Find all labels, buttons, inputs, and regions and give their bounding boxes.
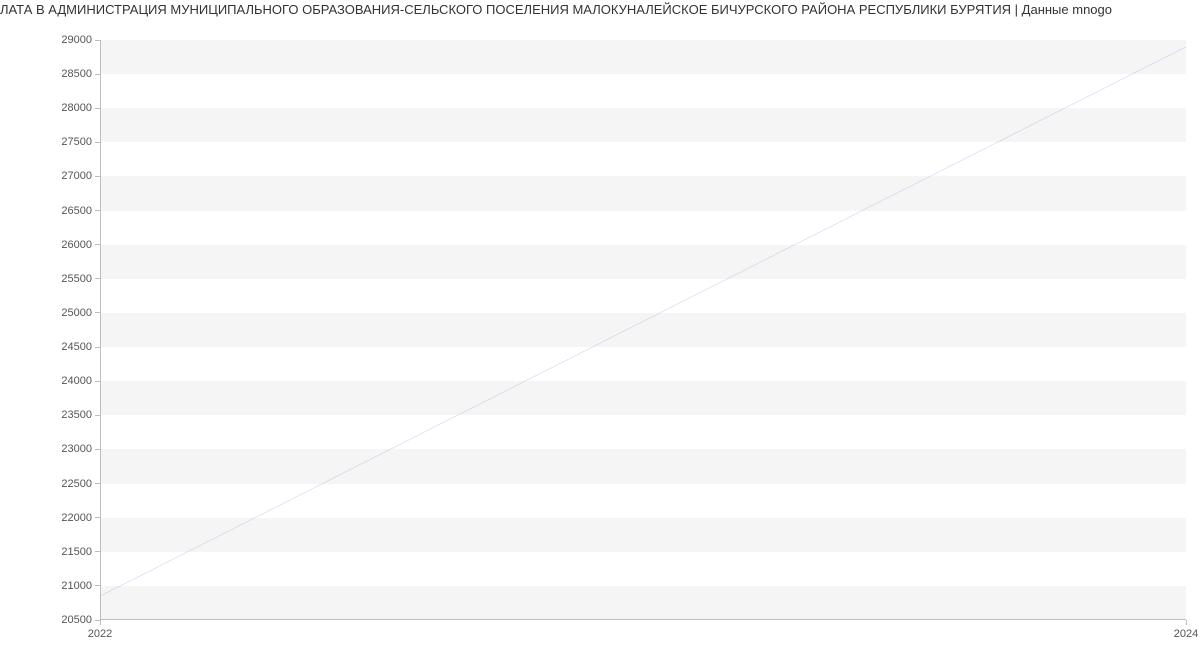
y-tick-label: 21500 [61, 546, 92, 558]
y-tick-label: 24000 [61, 375, 92, 387]
data-line [100, 47, 1186, 596]
y-tick-mark [95, 278, 100, 279]
y-tick-label: 23500 [61, 409, 92, 421]
y-tick-label: 25500 [61, 273, 92, 285]
y-tick-mark [95, 312, 100, 313]
y-tick-label: 22000 [61, 512, 92, 524]
y-tick-label: 29000 [61, 34, 92, 46]
y-tick-label: 25000 [61, 307, 92, 319]
line-series [100, 40, 1186, 620]
chart-title: ЛАТА В АДМИНИСТРАЦИЯ МУНИЦИПАЛЬНОГО ОБРА… [0, 2, 1200, 17]
y-tick-mark [95, 74, 100, 75]
y-tick-mark [95, 517, 100, 518]
y-tick-mark [95, 381, 100, 382]
x-tick-label: 2022 [88, 628, 112, 640]
chart-container: 20500 21000 21500 22000 22500 23000 23500 24000… [0, 24, 1200, 650]
x-tick-mark [100, 620, 101, 625]
y-tick-label: 27500 [61, 136, 92, 148]
y-tick-mark [95, 40, 100, 41]
y-tick-label: 26000 [61, 239, 92, 251]
y-tick-mark [95, 483, 100, 484]
y-tick-label: 20500 [61, 614, 92, 626]
y-tick-label: 23000 [61, 443, 92, 455]
y-tick-label: 22500 [61, 478, 92, 490]
y-tick-mark [95, 142, 100, 143]
y-tick-mark [95, 210, 100, 211]
y-tick-label: 21000 [61, 580, 92, 592]
y-tick-mark [95, 347, 100, 348]
y-tick-mark [95, 449, 100, 450]
y-tick-label: 28500 [61, 68, 92, 80]
y-tick-mark [95, 585, 100, 586]
y-tick-mark [95, 176, 100, 177]
y-tick-label: 27000 [61, 170, 92, 182]
y-tick-label: 24500 [61, 341, 92, 353]
y-tick-label: 28000 [61, 102, 92, 114]
y-tick-mark [95, 415, 100, 416]
x-tick-label: 2024 [1174, 628, 1198, 640]
y-tick-mark [95, 108, 100, 109]
y-tick-mark [95, 244, 100, 245]
y-tick-label: 26500 [61, 205, 92, 217]
y-tick-mark [95, 551, 100, 552]
plot-area: 2050021000215002200022500230002350024000… [100, 40, 1186, 620]
x-tick-mark [1186, 620, 1187, 625]
